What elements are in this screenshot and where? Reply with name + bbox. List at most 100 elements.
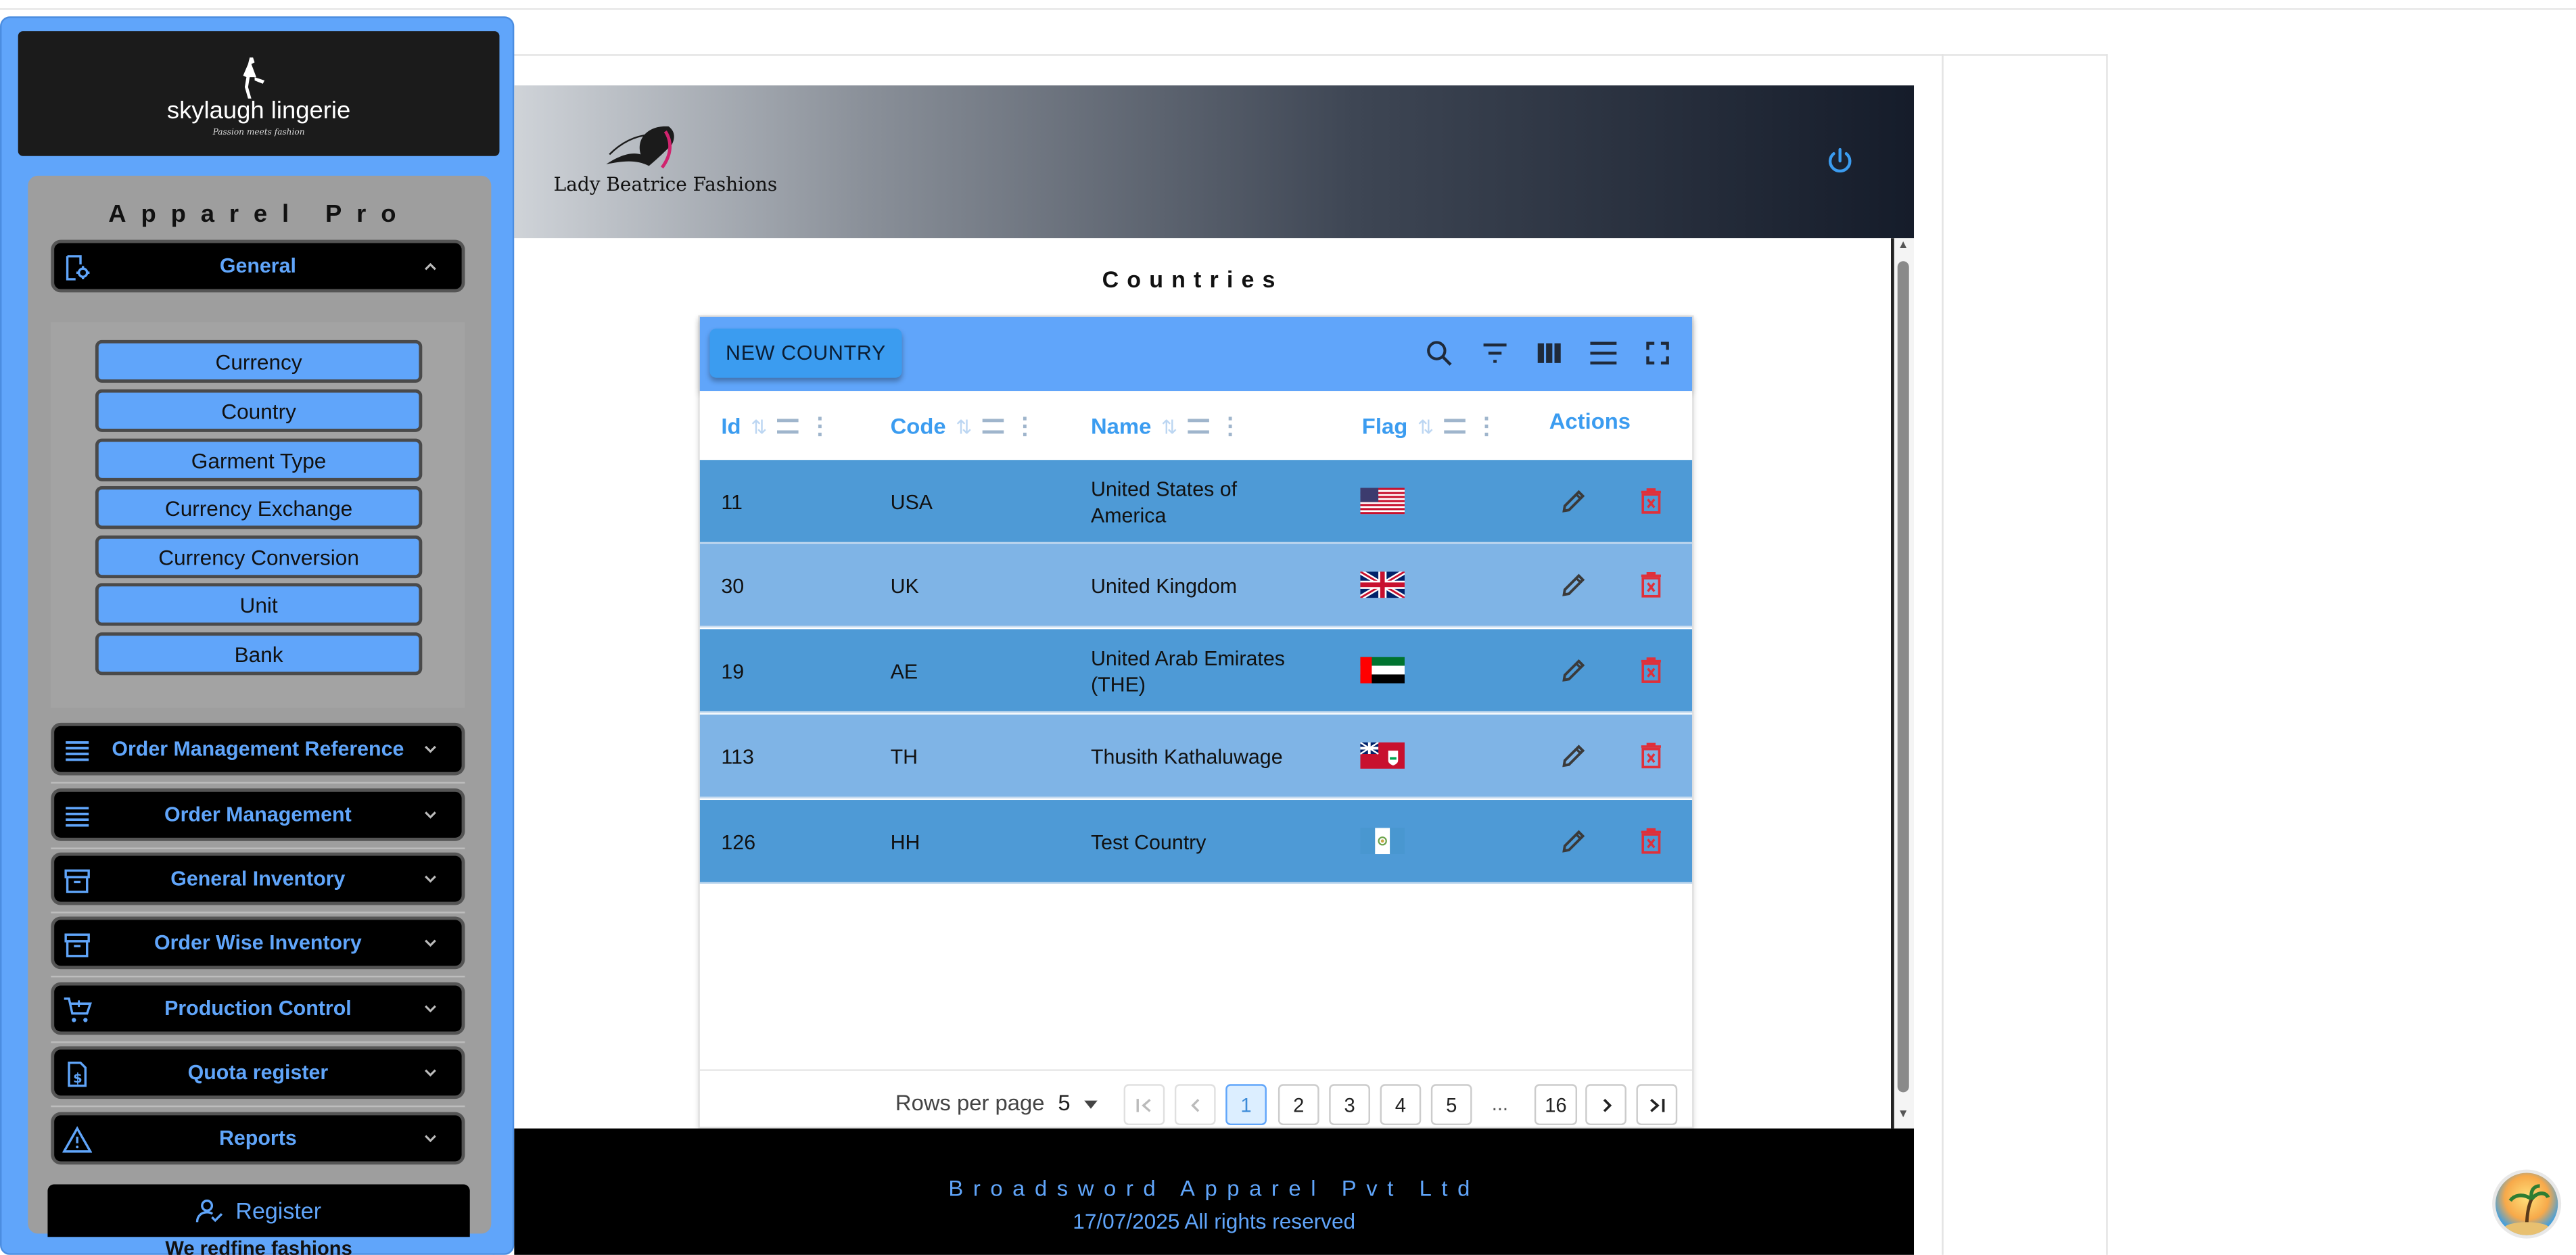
avatar[interactable] bbox=[2495, 1173, 2558, 1235]
columns-icon[interactable] bbox=[1535, 338, 1564, 368]
column-header-name[interactable]: Name ⇅ ⋮ bbox=[1091, 412, 1242, 440]
edit-icon[interactable] bbox=[1559, 741, 1589, 771]
sort-icon[interactable]: ⇅ bbox=[1161, 415, 1177, 437]
scroll-up-arrow[interactable]: ▲ bbox=[1898, 240, 1909, 252]
cell-code: UK bbox=[890, 574, 919, 598]
table-row[interactable]: 19 AE United Arab Emirates (THE) bbox=[699, 629, 1693, 713]
company-logo: skylaugh lingerie Passion meets fashion bbox=[18, 31, 500, 156]
edit-icon[interactable] bbox=[1559, 826, 1589, 856]
nav-order-management[interactable]: Order Management bbox=[51, 788, 465, 841]
search-icon[interactable] bbox=[1424, 338, 1454, 368]
nav-reports[interactable]: Reports bbox=[51, 1112, 465, 1165]
table-row[interactable]: 126 HH Test Country bbox=[699, 800, 1693, 884]
edit-icon[interactable] bbox=[1559, 486, 1589, 516]
submenu-unit[interactable]: Unit bbox=[95, 583, 423, 626]
register-label: Register bbox=[235, 1197, 322, 1224]
column-header-code[interactable]: Code ⇅ ⋮ bbox=[891, 412, 1037, 440]
delete-icon[interactable] bbox=[1638, 570, 1664, 600]
nav-label: Order Wise Inventory bbox=[154, 931, 362, 955]
chevron-down-icon bbox=[425, 939, 436, 947]
column-menu-icon[interactable]: ⋮ bbox=[1475, 412, 1498, 440]
sidebar: skylaugh lingerie Passion meets fashion … bbox=[0, 16, 515, 1255]
delete-icon[interactable] bbox=[1638, 486, 1664, 516]
next-page-button[interactable] bbox=[1585, 1084, 1626, 1126]
page-2-button[interactable]: 2 bbox=[1278, 1084, 1319, 1126]
cell-code: HH bbox=[890, 830, 920, 853]
page-16-button[interactable]: 16 bbox=[1534, 1084, 1578, 1126]
cell-code: TH bbox=[890, 744, 918, 768]
palm-tree-icon bbox=[2504, 1184, 2550, 1235]
nav-label: Reports bbox=[218, 1127, 297, 1150]
rows-per-page-select[interactable]: 5 bbox=[1058, 1091, 1070, 1115]
content-scrollbar[interactable]: ▲ ▼ bbox=[1894, 238, 1915, 1129]
nav-label: Order Management Reference bbox=[112, 737, 404, 761]
column-label: Name bbox=[1090, 414, 1152, 439]
column-menu-icon[interactable]: ⋮ bbox=[1013, 412, 1036, 440]
app-header: Lady Beatrice Fashions bbox=[514, 85, 1915, 239]
sort-icon[interactable]: ⇅ bbox=[956, 415, 972, 437]
drag-handle-icon[interactable] bbox=[1187, 419, 1209, 434]
density-icon[interactable] bbox=[1589, 338, 1618, 368]
power-icon[interactable] bbox=[1825, 146, 1855, 176]
submenu-garment-type[interactable]: Garment Type bbox=[95, 438, 423, 481]
page-3-button[interactable]: 3 bbox=[1329, 1084, 1370, 1126]
nav-general-inventory[interactable]: General Inventory bbox=[51, 852, 465, 905]
chevron-down-icon bbox=[425, 745, 436, 753]
submenu-country[interactable]: Country bbox=[95, 389, 423, 432]
page-5-button[interactable]: 5 bbox=[1430, 1084, 1472, 1126]
prev-page-button[interactable] bbox=[1174, 1084, 1216, 1126]
edit-icon[interactable] bbox=[1559, 655, 1589, 685]
top-divider bbox=[0, 8, 2576, 10]
submenu-bank[interactable]: Bank bbox=[95, 632, 423, 676]
column-header-id[interactable]: Id ⇅ ⋮ bbox=[721, 412, 831, 440]
nav-production-control[interactable]: Production Control bbox=[51, 982, 465, 1035]
nav-order-management-reference[interactable]: Order Management Reference bbox=[51, 722, 465, 776]
column-menu-icon[interactable]: ⋮ bbox=[1219, 412, 1242, 440]
drag-handle-icon[interactable] bbox=[982, 419, 1004, 434]
new-country-button[interactable]: NEW COUNTRY bbox=[709, 328, 902, 378]
first-page-button[interactable] bbox=[1123, 1084, 1165, 1126]
submenu-currency-exchange[interactable]: Currency Exchange bbox=[95, 486, 423, 529]
app-footer: Broadsword Apparel Pvt Ltd 17/07/2025 Al… bbox=[514, 1128, 1915, 1255]
pagination: Rows per page 5 1 2 3 4 5 ... 16 bbox=[699, 1069, 1693, 1131]
table-row[interactable]: 113 TH Thusith Kathaluwage bbox=[699, 714, 1693, 799]
chevron-down-icon bbox=[425, 811, 436, 819]
nav-label: General Inventory bbox=[170, 867, 346, 891]
last-page-button[interactable] bbox=[1636, 1084, 1678, 1126]
nav-quota-register[interactable]: $ Quota register bbox=[51, 1046, 465, 1099]
page-1-button[interactable]: 1 bbox=[1225, 1084, 1267, 1126]
drag-handle-icon[interactable] bbox=[777, 419, 799, 434]
delete-icon[interactable] bbox=[1638, 655, 1664, 685]
filter-icon[interactable] bbox=[1480, 338, 1510, 368]
column-header-flag[interactable]: Flag ⇅ ⋮ bbox=[1362, 412, 1498, 440]
guatemala-flag-icon bbox=[1360, 828, 1405, 855]
countries-table: NEW COUNTRY Id ⇅ ⋮ Code ⇅ ⋮ Name ⇅ ⋮ Flag ⇅ ⋮ Ac… bbox=[698, 315, 1694, 1131]
register-button[interactable]: Register bbox=[47, 1184, 470, 1237]
content-frame-divider bbox=[1942, 54, 1944, 1255]
column-menu-icon[interactable]: ⋮ bbox=[808, 412, 831, 440]
fullscreen-icon[interactable] bbox=[1643, 338, 1672, 368]
sort-icon[interactable]: ⇅ bbox=[1418, 415, 1434, 437]
cell-id: 126 bbox=[721, 830, 756, 853]
submenu-currency[interactable]: Currency bbox=[95, 339, 423, 383]
scroll-thumb[interactable] bbox=[1897, 261, 1909, 1093]
scroll-down-arrow[interactable]: ▼ bbox=[1898, 1109, 1909, 1120]
app-title: Apparel Pro bbox=[108, 200, 411, 229]
sort-icon[interactable]: ⇅ bbox=[751, 415, 767, 437]
chevron-left-icon bbox=[1190, 1097, 1199, 1112]
chevron-right-icon bbox=[1602, 1097, 1611, 1112]
page-4-button[interactable]: 4 bbox=[1380, 1084, 1422, 1126]
delete-icon[interactable] bbox=[1638, 826, 1664, 856]
delete-icon[interactable] bbox=[1638, 741, 1664, 771]
table-row[interactable]: 11 USA United States of America bbox=[699, 460, 1693, 544]
table-row[interactable]: 30 UK United Kingdom bbox=[699, 544, 1693, 628]
submenu-currency-conversion[interactable]: Currency Conversion bbox=[95, 535, 423, 579]
drag-handle-icon[interactable] bbox=[1443, 419, 1466, 434]
cell-id: 113 bbox=[721, 744, 754, 768]
nav-general[interactable]: General bbox=[51, 239, 465, 293]
caret-down-icon[interactable] bbox=[1084, 1100, 1098, 1109]
nav-order-wise-inventory[interactable]: Order Wise Inventory bbox=[51, 916, 465, 970]
bermuda-flag-icon bbox=[1360, 742, 1405, 769]
logo-tagline: Passion meets fashion bbox=[212, 128, 305, 139]
edit-icon[interactable] bbox=[1559, 570, 1589, 600]
